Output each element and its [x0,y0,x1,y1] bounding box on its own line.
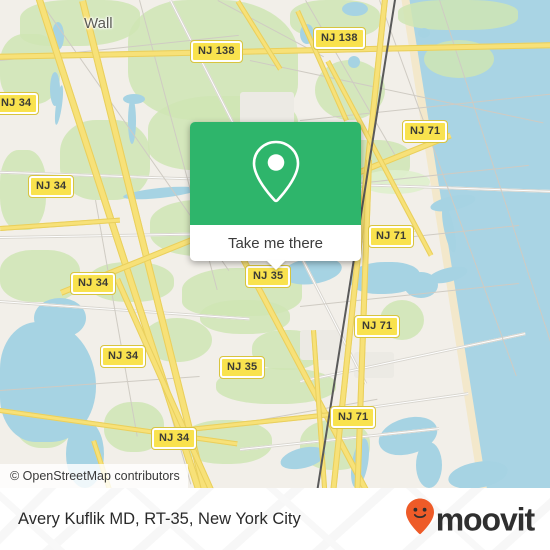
map-page: NJ 34 NJ 34 NJ 138 NJ 138 NJ 71 NJ 71 NJ 34 NJ … [0,0,550,550]
take-me-there-popup[interactable]: Take me there [190,122,361,270]
moovit-pin-smiley-icon [405,498,435,541]
take-me-there-label: Take me there [227,234,324,252]
popup-image-area [190,122,361,225]
moovit-wordmark: moovit [435,501,535,537]
footer-bar: Avery Kuflik MD, RT-35, New York City mo… [0,488,550,550]
map-attribution[interactable]: © OpenStreetMap contributors [0,464,188,488]
place-label: Wall [84,15,113,32]
map-canvas[interactable]: NJ 34 NJ 34 NJ 138 NJ 138 NJ 71 NJ 71 NJ 34 NJ … [0,0,550,488]
location-title: Avery Kuflik MD, RT-35, New York City [18,509,301,528]
popup-pointer [265,260,286,270]
attribution-text: © OpenStreetMap contributors [10,469,180,483]
popup-action-bar[interactable]: Take me there [190,225,361,261]
moovit-brand[interactable]: moovit [405,498,535,541]
map-pin-icon [248,137,304,210]
